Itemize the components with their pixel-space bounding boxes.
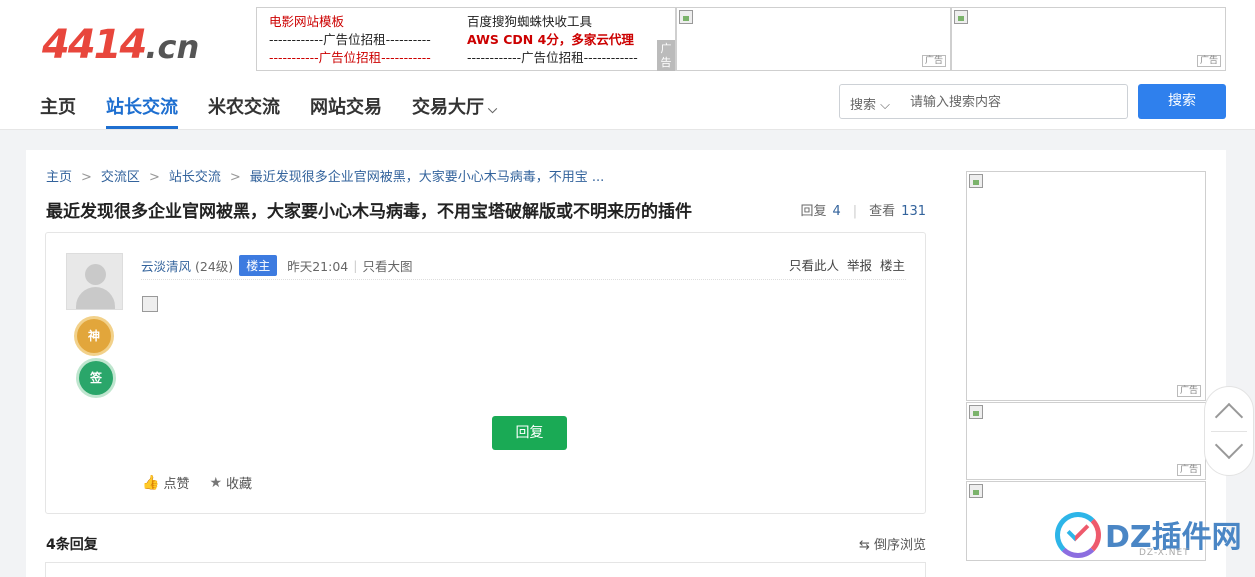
ad-link[interactable]: ------------广告位招租----------	[269, 31, 431, 49]
nav-item-site-trade[interactable]: 网站交易	[310, 93, 382, 129]
breadcrumb-link[interactable]: 交流区	[101, 170, 140, 185]
views-label: 查看	[869, 204, 896, 219]
thumbs-up-icon: 👍	[142, 474, 160, 491]
reply-post	[45, 562, 926, 577]
scroll-up-icon[interactable]	[1214, 402, 1244, 432]
breadcrumb: 主页 > 交流区 > 站长交流 > 最近发现很多企业官网被黑，大家要小心木马病毒，不用宝 .…	[46, 166, 604, 185]
breadcrumb-separator: >	[148, 170, 160, 185]
nav-item-home[interactable]: 主页	[40, 93, 76, 129]
ad-column-2: 百度搜狗蜘蛛快收工具 AWS CDN 4分，多家云代理 ------------…	[467, 13, 638, 67]
search-input[interactable]	[910, 90, 1120, 114]
star-icon: ★	[209, 474, 223, 491]
username-link[interactable]: 云淡清风	[141, 256, 191, 275]
search-button[interactable]: 搜索	[1138, 84, 1226, 119]
post-time: 昨天21:04	[287, 259, 349, 274]
floor-label: 楼主	[879, 258, 905, 273]
image-ad[interactable]: 广告	[676, 7, 951, 71]
ad-link[interactable]: -----------广告位招租-----------	[269, 49, 431, 67]
breadcrumb-separator: >	[229, 170, 241, 185]
ad-tag: 广告	[657, 40, 675, 71]
divider	[141, 279, 906, 280]
reply-count: 4条回复	[46, 537, 98, 553]
sidebar-ad[interactable]: 广告	[966, 402, 1206, 480]
medal-icon[interactable]: 神	[77, 319, 111, 353]
sort-icon: ⇆	[858, 538, 870, 553]
favorite-label: 收藏	[226, 477, 253, 492]
breadcrumb-link[interactable]: 最近发现很多企业官网被黑，大家要小心木马病毒，不用宝 ...	[250, 170, 605, 185]
logo-suffix: .cn	[145, 28, 200, 66]
replies-count: 4	[832, 204, 841, 219]
reply-button[interactable]: 回复	[492, 416, 567, 450]
broken-image-icon	[969, 484, 983, 498]
meta-divider: |	[353, 258, 358, 273]
broken-image-icon	[969, 405, 983, 419]
reverse-order-label: 倒序浏览	[873, 538, 926, 553]
ad-tag: 广告	[921, 55, 946, 67]
ad-tag: 广告	[1176, 464, 1201, 476]
ad-tag: 广告	[1176, 385, 1201, 397]
medal-icon[interactable]: 签	[79, 361, 113, 395]
first-post: 神 签 云淡清风 (24级) 楼主 昨天21:04 | 只看大图 只看此人 举报楼…	[45, 232, 926, 514]
op-badge: 楼主	[239, 255, 278, 276]
avatar-head	[85, 264, 106, 285]
scroll-controls	[1204, 386, 1254, 476]
site-logo[interactable]: 4414.cn	[42, 22, 199, 68]
broken-image-icon	[679, 10, 693, 24]
sidebar-ad[interactable]: 广告	[966, 171, 1206, 401]
main-nav: 主页 站长交流 米农交流 网站交易 交易大厅 ⌵	[40, 93, 527, 129]
scroll-down-icon[interactable]	[1214, 430, 1244, 460]
ad-link[interactable]: 电影网站模板	[269, 13, 431, 31]
stats-divider: |	[852, 204, 858, 219]
top-header: 4414.cn 电影网站模板 ------------广告位招租--------…	[0, 0, 1255, 130]
only-this-user-link[interactable]: 只看此人	[789, 258, 839, 273]
nav-item-label: 交易大厅	[412, 97, 484, 118]
broken-image-icon	[969, 174, 983, 188]
post-actions-bottom: 👍 点赞 ★ 收藏	[142, 473, 253, 493]
reverse-order-link[interactable]: ⇆ 倒序浏览	[859, 534, 926, 553]
thread-title: 最近发现很多企业官网被黑，大家要小心木马病毒，不用宝塔破解版或不明来历的插件	[46, 202, 692, 222]
nav-item-webmaster[interactable]: 站长交流	[106, 93, 178, 129]
search-box: 搜索 ⌵	[839, 84, 1128, 119]
search-scope-select[interactable]: 搜索 ⌵	[850, 94, 890, 113]
ad-link[interactable]: 百度搜狗蜘蛛快收工具	[467, 13, 638, 31]
post-meta: 云淡清风 (24级) 楼主 昨天21:04 | 只看大图	[141, 255, 412, 276]
broken-image-icon	[954, 10, 968, 24]
post-actions-top: 只看此人 举报 楼主	[781, 255, 905, 274]
chevron-down-icon: ⌵	[488, 102, 498, 116]
watermark-subtext: DZ-X.NET	[1139, 548, 1190, 558]
chevron-down-icon: ⌵	[880, 98, 891, 113]
report-link[interactable]: 举报	[847, 258, 872, 273]
ad-column-1: 电影网站模板 ------------广告位招租---------- -----…	[269, 13, 431, 67]
user-level: (24级)	[195, 259, 234, 274]
thread-panel: 主页 > 交流区 > 站长交流 > 最近发现很多企业官网被黑，大家要小心木马病毒，不用宝 .…	[26, 150, 946, 577]
ad-tag: 广告	[1196, 55, 1221, 67]
image-ad[interactable]: 广告	[951, 7, 1226, 71]
ad-link[interactable]: AWS CDN 4分，多家云代理	[467, 31, 638, 49]
avatar[interactable]	[66, 253, 123, 310]
like-button[interactable]: 👍 点赞	[142, 473, 190, 493]
broken-image-icon	[142, 296, 158, 312]
favorite-button[interactable]: ★ 收藏	[209, 473, 253, 493]
search-scope-label: 搜索	[850, 98, 877, 113]
breadcrumb-link[interactable]: 主页	[46, 170, 72, 185]
views-count: 131	[901, 204, 926, 219]
ad-link[interactable]: ------------广告位招租------------	[467, 49, 638, 67]
view-large-link[interactable]: 只看大图	[362, 256, 412, 275]
replies-label: 回复	[800, 204, 827, 219]
avatar-body	[76, 287, 115, 309]
text-ad-banner[interactable]: 电影网站模板 ------------广告位招租---------- -----…	[256, 7, 676, 71]
breadcrumb-separator: >	[81, 170, 92, 185]
logo-text: 4414	[42, 22, 147, 68]
like-label: 点赞	[163, 477, 190, 492]
breadcrumb-link[interactable]: 站长交流	[169, 170, 221, 185]
watermark-logo: DZ插件网 DZ-X.NET	[1055, 510, 1242, 565]
nav-item-trade-hall[interactable]: 交易大厅 ⌵	[412, 93, 497, 129]
thread-stats: 回复 4 | 查看 131	[800, 200, 926, 219]
nav-item-domain[interactable]: 米农交流	[208, 93, 280, 129]
